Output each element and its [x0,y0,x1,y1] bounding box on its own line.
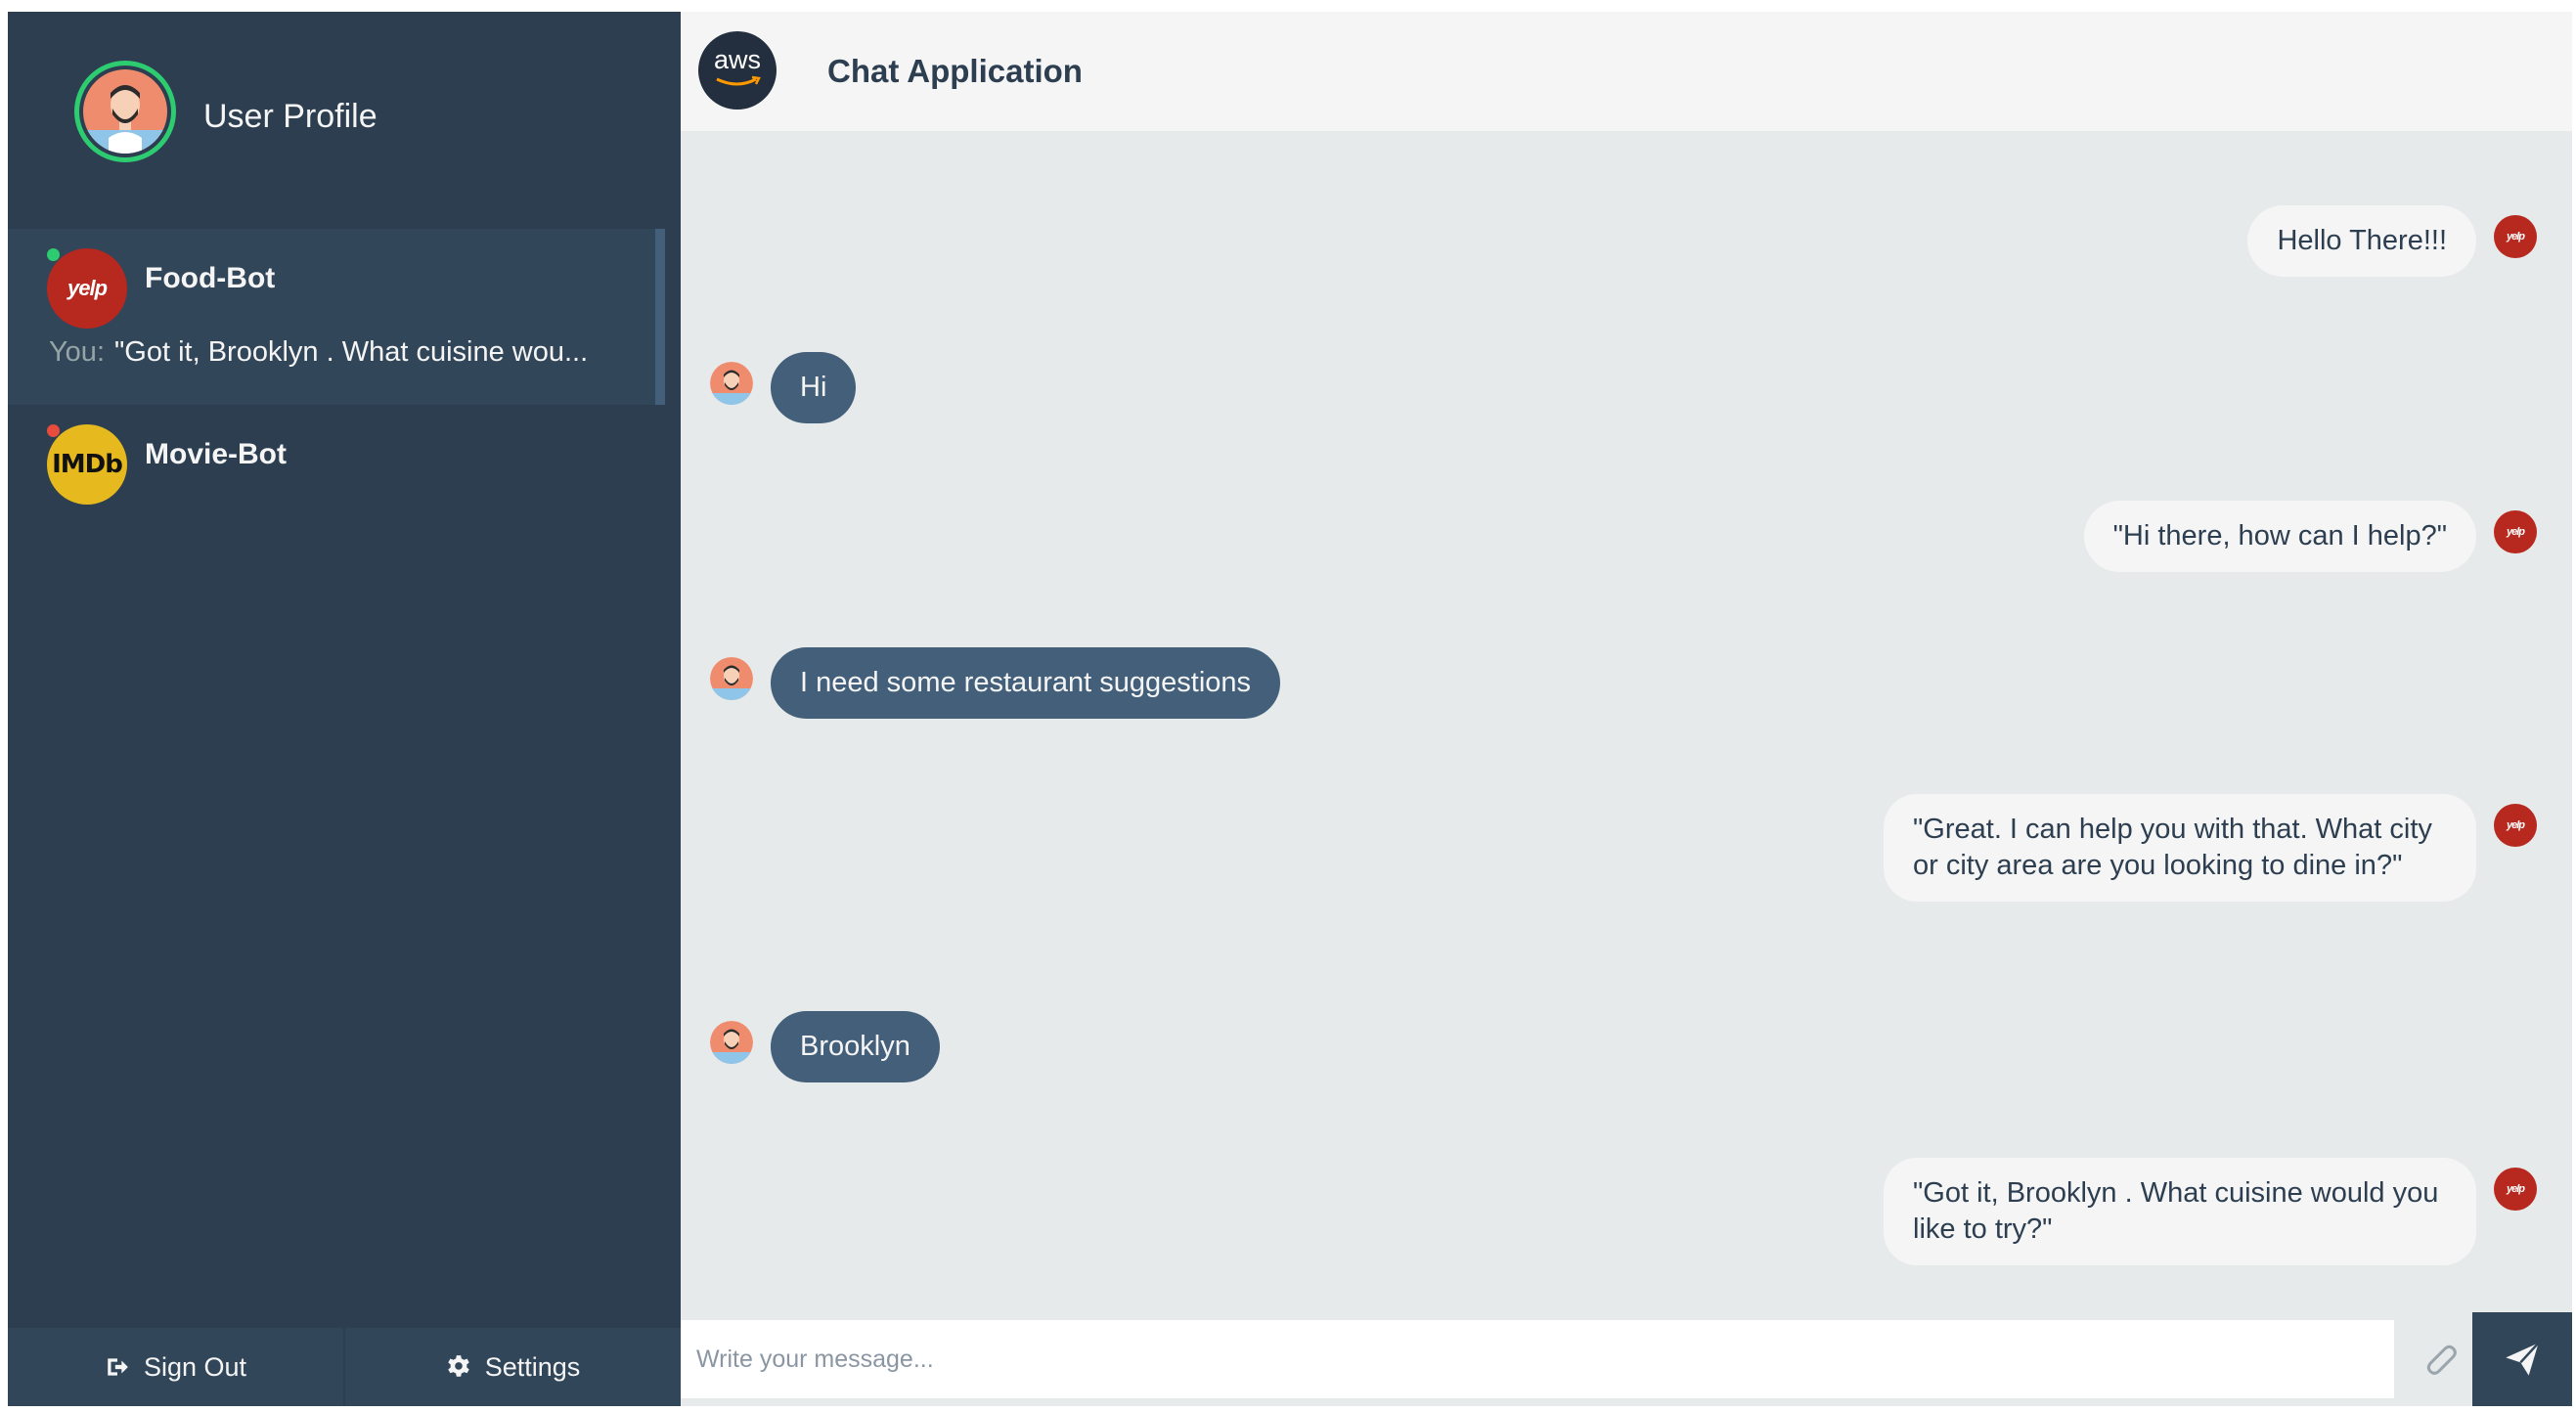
user-avatar-icon [710,657,753,700]
user-avatar-icon [710,1021,753,1064]
settings-button[interactable]: Settings [345,1328,681,1406]
message-bubble: "Got it, Brooklyn . What cuisine would y… [1884,1158,2476,1265]
message-user: I need some restaurant suggestions [710,647,1281,719]
user-avatar-icon [710,362,753,405]
chat-header: aws Chat Application [681,12,2572,131]
imdb-logo-icon: IMDb [47,424,127,505]
contact-movie-bot[interactable]: IMDb Movie-Bot [8,405,665,581]
send-button[interactable] [2472,1312,2572,1406]
message-bot: Hello There!!! yelp [2247,205,2537,277]
yelp-avatar-icon: yelp [2494,1168,2537,1211]
yelp-avatar-icon: yelp [2494,510,2537,553]
message-bubble: "Great. I can help you with that. What c… [1884,794,2476,902]
aws-logo-icon: aws [698,31,777,110]
paper-plane-icon [2506,1342,2540,1376]
message-user: Hi [710,352,857,423]
message-bubble: "Hi there, how can I help?" [2083,501,2476,572]
profile-name: User Profile [203,98,378,135]
message-bot: "Got it, Brooklyn . What cuisine would y… [1884,1158,2537,1265]
settings-label: Settings [484,1351,581,1382]
yelp-logo-icon: yelp [47,248,127,329]
user-avatar[interactable] [74,61,176,162]
sign-out-label: Sign Out [143,1351,247,1382]
message-input[interactable] [681,1320,2394,1398]
chat-app: User Profile yelp Food-Bot You: "Got it, … [8,12,2572,1406]
sign-out-icon [108,1358,128,1376]
yelp-avatar-icon: yelp [2494,804,2537,847]
preview-prefix: You: [49,336,105,368]
sidebar-bottom-bar: Sign Out Settings [8,1328,681,1406]
message-bot: "Great. I can help you with that. What c… [1884,794,2537,902]
message-bubble: I need some restaurant suggestions [771,647,1281,719]
message-bot: "Hi there, how can I help?" yelp [2083,501,2537,572]
yelp-avatar-icon: yelp [2494,215,2537,258]
chat-panel: aws Chat Application Hello There!!! yelp… [681,12,2572,1406]
message-bubble: Hello There!!! [2247,205,2476,277]
message-list: Hello There!!! yelp Hi "Hi there, how ca… [681,131,2572,1320]
message-user: Brooklyn [710,1011,940,1082]
sidebar: User Profile yelp Food-Bot You: "Got it, … [8,12,681,1406]
preview-text: "Got it, Brooklyn . What cuisine wou... [114,336,589,368]
sign-out-button[interactable]: Sign Out [8,1328,345,1406]
contact-name: Food-Bot [145,262,276,294]
message-bubble: Brooklyn [771,1011,940,1082]
gear-icon [447,1355,469,1377]
user-profile[interactable]: User Profile [8,12,681,229]
last-message-preview: You: "Got it, Brooklyn . What cuisine wou… [49,336,588,369]
contact-food-bot[interactable]: yelp Food-Bot You: "Got it, Brooklyn . Wh… [8,229,665,405]
message-bubble: Hi [771,352,857,423]
contact-name: Movie-Bot [145,438,287,470]
user-avatar-icon [83,85,167,154]
paperclip-icon[interactable] [2421,1340,2461,1379]
message-composer [681,1312,2572,1406]
chat-title: Chat Application [827,53,1083,89]
